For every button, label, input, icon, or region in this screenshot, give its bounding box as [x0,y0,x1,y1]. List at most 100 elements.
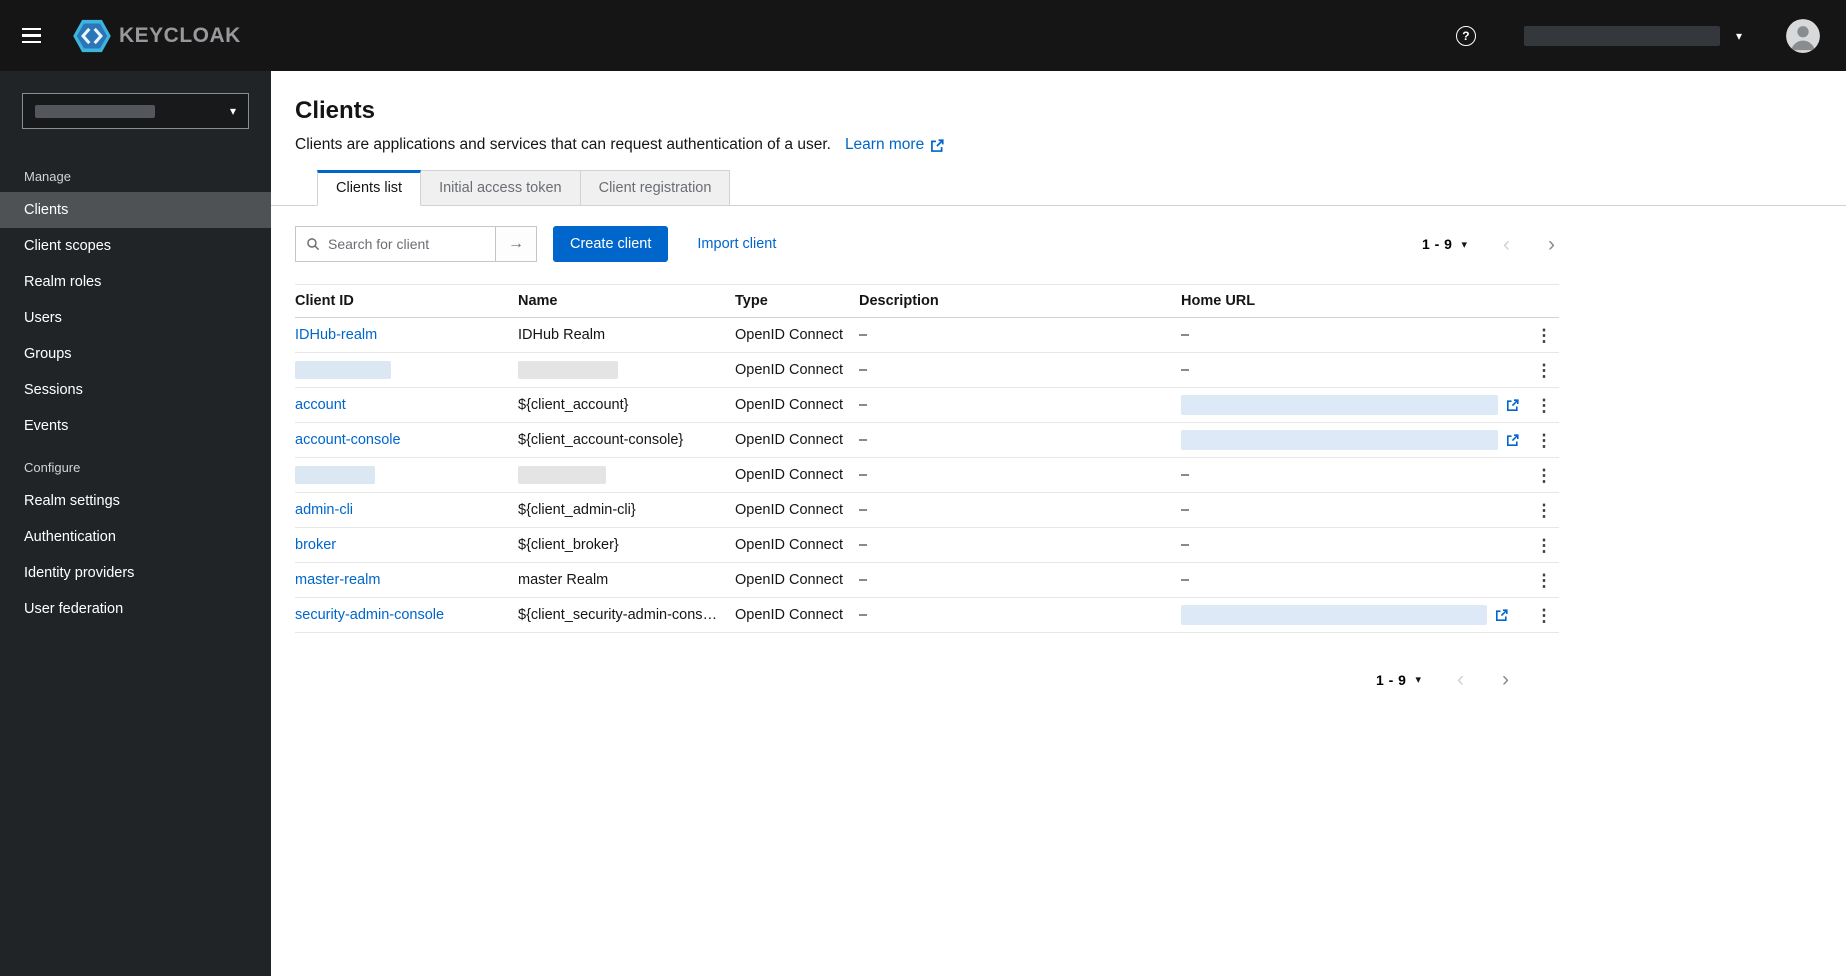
pagination-menu-toggle[interactable]: 1 - 9 ▾ [1376,672,1421,688]
home-url-value: – [1181,572,1190,588]
external-link-icon[interactable] [1495,608,1508,622]
pagination-bottom: 1 - 9 ▾ ‹ › [295,669,1559,690]
row-actions-kebab-button[interactable]: ⋮ [1536,537,1553,554]
sidebar-item-identity-providers[interactable]: Identity providers [0,555,271,591]
type-cell: OpenID Connect [735,432,844,448]
redacted-name [518,466,606,484]
learn-more-link[interactable]: Learn more [845,136,944,154]
realm-selector[interactable]: ▾ [22,93,249,129]
avatar[interactable] [1786,18,1820,53]
column-header-name: Name [518,293,558,309]
row-actions-kebab-button[interactable]: ⋮ [1536,607,1553,624]
client-id-cell: security-admin-console [295,607,518,623]
external-link-icon[interactable] [1506,398,1519,412]
client-id-link[interactable]: account [295,397,346,413]
row-actions-kebab-button[interactable]: ⋮ [1536,362,1553,379]
clients-list-panel: → Create client Import client 1 - 9 ▾ ‹ … [271,206,1846,690]
table-body: IDHub-realm IDHub Realm OpenID Connect – – ⋮ O… [295,318,1559,633]
help-icon[interactable]: ? [1455,25,1476,46]
home-url-value: – [1181,502,1190,518]
row-actions-kebab-button[interactable]: ⋮ [1536,467,1553,484]
client-id-link[interactable]: security-admin-console [295,607,444,623]
search-input[interactable] [328,236,485,252]
type-cell: OpenID Connect [735,327,844,343]
description-cell: – [859,397,868,413]
sidebar-item-groups[interactable]: Groups [0,336,271,372]
table-row: OpenID Connect – – ⋮ [295,458,1559,493]
sidebar-item-user-federation[interactable]: User federation [0,591,271,627]
import-client-link[interactable]: Import client [697,236,776,252]
external-link-icon[interactable] [1506,433,1519,447]
name-cell: ${client_account} [518,397,735,413]
sidebar-item-client-scopes[interactable]: Client scopes [0,228,271,264]
home-url-cell [1181,395,1529,415]
home-url-cell: – [1181,572,1529,588]
type-cell: OpenID Connect [735,362,844,378]
row-actions-kebab-button[interactable]: ⋮ [1536,432,1553,449]
type-cell: OpenID Connect [735,502,844,518]
client-name: master Realm [518,572,609,588]
chevron-down-icon: ▾ [1461,238,1467,251]
description-cell: – [859,362,868,378]
pagination-menu-toggle[interactable]: 1 - 9 ▾ [1422,236,1467,252]
client-id-cell [295,466,518,484]
top-bar: KEYCLOAK ? ▾ [0,0,1846,71]
home-url-cell: – [1181,537,1529,553]
previous-page-button[interactable]: ‹ [1499,234,1514,255]
description-cell: – [859,467,868,483]
name-cell [518,361,735,379]
next-page-button[interactable]: › [1544,234,1559,255]
table-row: IDHub-realm IDHub Realm OpenID Connect – – ⋮ [295,318,1559,353]
page-header: Clients Clients are applications and ser… [271,71,1846,154]
table-row: account ${client_account} OpenID Connect – ⋮ [295,388,1559,423]
pagination-range: 1 - 9 [1375,671,1407,688]
redacted-home-url [1181,430,1498,450]
chevron-down-icon: ▾ [1415,674,1421,686]
client-id-cell: admin-cli [295,502,518,518]
table-row: admin-cli ${client_admin-cli} OpenID Conne… [295,493,1559,528]
client-id-link[interactable]: master-realm [295,572,380,588]
search-submit-button[interactable]: → [495,226,537,262]
sidebar-item-events[interactable]: Events [0,408,271,444]
row-actions-kebab-button[interactable]: ⋮ [1536,327,1553,344]
sidebar-item-users[interactable]: Users [0,300,271,336]
row-actions-kebab-button[interactable]: ⋮ [1536,397,1553,414]
create-client-button[interactable]: Create client [553,226,669,262]
sidebar-item-realm-roles[interactable]: Realm roles [0,264,271,300]
user-dropdown[interactable]: ▾ [1523,25,1742,46]
client-name: ${client_account-console} [518,432,684,448]
tab-initial-access-token[interactable]: Initial access token [421,170,581,206]
row-actions-kebab-button[interactable]: ⋮ [1536,572,1553,589]
next-page-button[interactable]: › [1498,669,1513,690]
client-id-cell: IDHub-realm [295,327,518,343]
name-cell: ${client_account-console} [518,432,735,448]
tab-clients-list[interactable]: Clients list [317,170,422,206]
name-cell: ${client_admin-cli} [518,502,735,518]
client-name: ${client_security-admin-console} [518,607,727,623]
sidebar-item-sessions[interactable]: Sessions [0,372,271,408]
type-cell: OpenID Connect [735,467,844,483]
home-url-cell: – [1181,327,1529,343]
redacted-client-id [295,466,375,484]
client-id-link[interactable]: account-console [295,432,401,448]
sidebar-item-authentication[interactable]: Authentication [0,519,271,555]
client-id-cell: broker [295,537,518,553]
client-id-cell [295,361,518,379]
page-title: Clients [295,97,376,124]
nav-section-label: Manage [24,169,71,184]
redacted-client-id [295,361,391,379]
sidebar-item-realm-settings[interactable]: Realm settings [0,483,271,519]
home-url-value: – [1181,537,1190,553]
home-url-value: – [1181,327,1190,343]
tab-client-registration[interactable]: Client registration [580,170,731,206]
nav-toggle-button[interactable] [22,21,52,51]
client-name: ${client_broker} [518,537,619,553]
previous-page-button[interactable]: ‹ [1453,669,1468,690]
home-url-cell: – [1181,467,1529,483]
keycloak-logo-icon [72,19,112,53]
client-id-link[interactable]: IDHub-realm [295,327,377,343]
sidebar-item-clients[interactable]: Clients [0,192,271,228]
row-actions-kebab-button[interactable]: ⋮ [1536,502,1553,519]
client-id-link[interactable]: broker [295,537,336,553]
client-id-link[interactable]: admin-cli [295,502,353,518]
